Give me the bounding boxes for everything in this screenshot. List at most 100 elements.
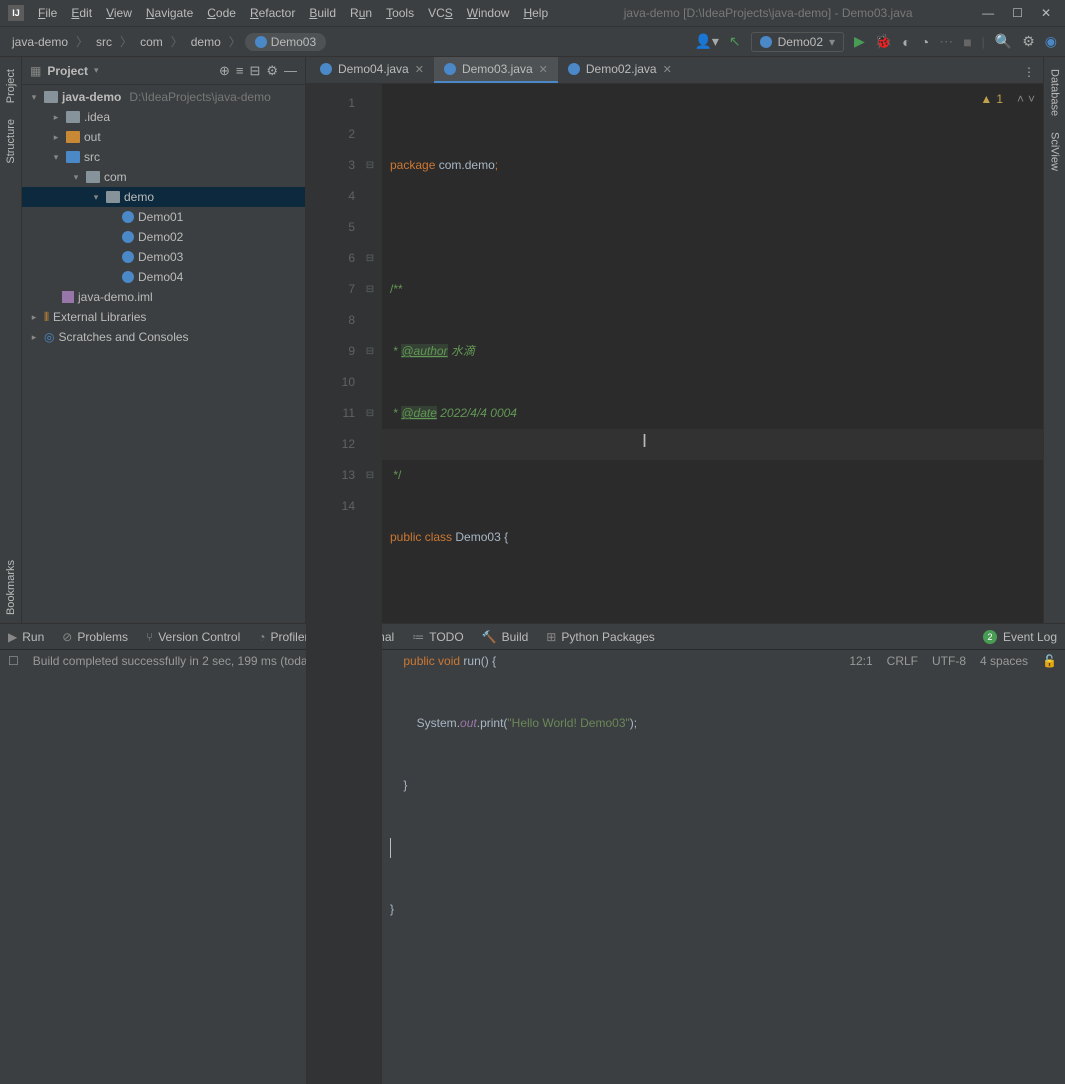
tree-file-demo04[interactable]: Demo04: [22, 267, 305, 287]
tool-profiler[interactable]: ◔Profiler: [258, 630, 308, 644]
tree-file-demo03[interactable]: Demo03: [22, 247, 305, 267]
code-content[interactable]: package com.demo; /** * @author 水滴 * @da…: [382, 84, 1043, 1084]
bc-class[interactable]: Demo03: [245, 33, 326, 51]
main-menu: File Edit View Navigate Code Refactor Bu…: [32, 3, 554, 23]
tree-iml[interactable]: java-demo.iml: [22, 287, 305, 307]
prev-highlight-icon[interactable]: ˄: [1017, 92, 1024, 106]
next-highlight-icon[interactable]: ˅: [1028, 92, 1035, 106]
debug-button[interactable]: 🐞: [875, 33, 892, 50]
project-panel: ▦ Project ▾ ⊕ ≡ ⊟ ⚙ — ▾ java-demo D:\Ide…: [22, 57, 306, 623]
bc-src[interactable]: src: [92, 33, 116, 51]
bc-project[interactable]: java-demo: [8, 33, 72, 51]
attach-button[interactable]: ⋯: [939, 33, 953, 50]
tab-bookmarks[interactable]: Bookmarks: [3, 552, 19, 623]
menu-navigate[interactable]: Navigate: [140, 3, 199, 23]
class-icon: [760, 36, 772, 48]
menu-run[interactable]: Run: [344, 3, 378, 23]
tab-demo03[interactable]: Demo03.java ✕: [434, 57, 558, 83]
tool-run[interactable]: ▶Run: [8, 630, 44, 644]
user-icon[interactable]: 👤▾: [694, 33, 718, 50]
tree-scratches[interactable]: ▸◎ Scratches and Consoles: [22, 327, 305, 347]
tab-demo02[interactable]: Demo02.java ✕: [558, 57, 682, 83]
tab-database[interactable]: Database: [1047, 61, 1063, 124]
minimize-button[interactable]: —: [982, 6, 994, 20]
menu-tools[interactable]: Tools: [380, 3, 420, 23]
bc-demo[interactable]: demo: [187, 33, 225, 51]
tree-external-libs[interactable]: ▸⫴ External Libraries: [22, 307, 305, 327]
run-config-selector[interactable]: Demo02 ▾: [751, 32, 844, 52]
maximize-button[interactable]: ☐: [1012, 6, 1023, 20]
tab-sciview[interactable]: SciView: [1047, 124, 1063, 179]
coverage-button[interactable]: ◐: [902, 34, 910, 50]
plugin-icon[interactable]: ◉: [1045, 33, 1057, 50]
back-arrow-icon[interactable]: ↖: [729, 33, 741, 50]
folder-icon: [66, 151, 80, 163]
project-tree: ▾ java-demo D:\IdeaProjects\java-demo ▸ …: [22, 85, 305, 623]
main-area: Project Structure Bookmarks ▦ Project ▾ …: [0, 57, 1065, 623]
scratch-icon: ◎: [44, 330, 54, 344]
problems-icon: ⊘: [62, 630, 72, 644]
tab-project[interactable]: Project: [3, 61, 19, 111]
tree-idea[interactable]: ▸ .idea: [22, 107, 305, 127]
class-icon: [320, 63, 332, 75]
tree-file-demo02[interactable]: Demo02: [22, 227, 305, 247]
menu-file[interactable]: File: [32, 3, 63, 23]
close-button[interactable]: ✕: [1041, 6, 1051, 20]
close-tab-icon[interactable]: ✕: [663, 63, 672, 76]
class-icon: [122, 231, 134, 243]
select-opened-file-icon[interactable]: ⊕: [219, 63, 230, 79]
tree-demo[interactable]: ▾ demo: [22, 187, 305, 207]
breadcrumb: java-demo〉 src〉 com〉 demo〉 Demo03: [8, 33, 326, 51]
inspection-badge[interactable]: ▲1: [980, 92, 1003, 106]
tab-demo04[interactable]: Demo04.java ✕: [310, 57, 434, 83]
profile-button[interactable]: ◔: [921, 34, 929, 50]
profiler-icon: ◔: [258, 630, 265, 644]
menu-refactor[interactable]: Refactor: [244, 3, 301, 23]
tool-problems[interactable]: ⊘Problems: [62, 630, 128, 644]
folder-icon: [66, 131, 80, 143]
menu-build[interactable]: Build: [303, 3, 342, 23]
editor-tabs: Demo04.java ✕ Demo03.java ✕ Demo02.java …: [306, 57, 1043, 84]
menu-vcs[interactable]: VCS: [422, 3, 459, 23]
expand-all-icon[interactable]: ≡: [236, 63, 244, 78]
toolbar: 👤▾ ↖ Demo02 ▾ ▶ 🐞 ◐ ◔ ⋯ ■ | 🔍 ⚙ ◉: [694, 32, 1057, 52]
menu-code[interactable]: Code: [201, 3, 242, 23]
tab-structure[interactable]: Structure: [3, 111, 19, 172]
status-message: Build completed successfully in 2 sec, 1…: [33, 654, 351, 668]
close-tab-icon[interactable]: ✕: [415, 63, 424, 76]
tree-out[interactable]: ▸ out: [22, 127, 305, 147]
folder-icon: [106, 191, 120, 203]
window-title: java-demo [D:\IdeaProjects\java-demo] - …: [554, 6, 982, 20]
tab-menu-icon[interactable]: ⋮: [1015, 61, 1043, 83]
vcs-icon: ⑂: [146, 630, 153, 644]
menu-help[interactable]: Help: [517, 3, 554, 23]
tree-file-demo01[interactable]: Demo01: [22, 207, 305, 227]
class-icon: [568, 63, 580, 75]
settings-icon[interactable]: ⚙: [1022, 33, 1035, 50]
app-logo: IJ: [8, 5, 24, 21]
status-lock-icon[interactable]: 🔓: [1042, 654, 1057, 668]
panel-settings-icon[interactable]: ⚙: [266, 63, 278, 79]
close-tab-icon[interactable]: ✕: [539, 63, 548, 76]
tool-vcs[interactable]: ⑂Version Control: [146, 630, 240, 644]
stop-button[interactable]: ■: [963, 34, 971, 50]
status-icon[interactable]: ☐: [8, 654, 19, 668]
collapse-all-icon[interactable]: ⊟: [249, 63, 260, 79]
tree-com[interactable]: ▾ com: [22, 167, 305, 187]
folder-icon: [44, 91, 58, 103]
bc-com[interactable]: com: [136, 33, 167, 51]
code-editor[interactable]: 123 456 789 101112 1314 ⊟ ⊟ ⊟⊟ ⊟ ⊟ packa…: [306, 84, 1043, 1084]
search-icon[interactable]: 🔍: [995, 33, 1012, 50]
menu-window[interactable]: Window: [461, 3, 516, 23]
window-controls: — ☐ ✕: [982, 6, 1057, 20]
tree-root[interactable]: ▾ java-demo D:\IdeaProjects\java-demo: [22, 87, 305, 107]
tree-src[interactable]: ▾ src: [22, 147, 305, 167]
class-icon: [122, 211, 134, 223]
class-icon: [444, 63, 456, 75]
hide-panel-icon[interactable]: —: [284, 63, 297, 78]
menu-edit[interactable]: Edit: [65, 3, 98, 23]
run-button[interactable]: ▶: [854, 33, 865, 50]
panel-title: Project: [47, 64, 88, 78]
project-panel-header: ▦ Project ▾ ⊕ ≡ ⊟ ⚙ —: [22, 57, 305, 85]
menu-view[interactable]: View: [100, 3, 138, 23]
